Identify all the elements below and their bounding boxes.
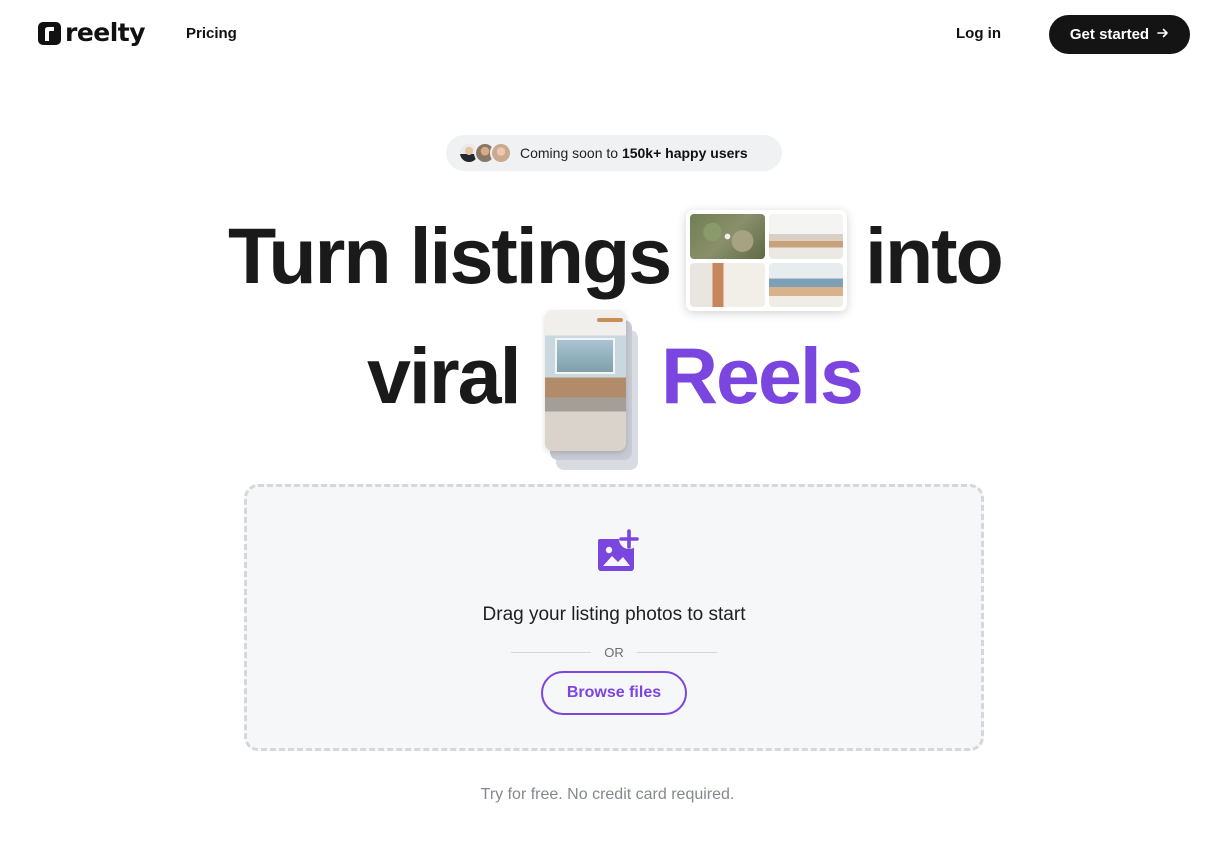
get-started-label: Get started <box>1069 26 1150 43</box>
avatar <box>490 142 512 164</box>
badge-text: Coming soon to 150k+ happy users <box>520 145 748 161</box>
headline-viral: viral <box>367 331 522 420</box>
logo-mark-icon <box>38 21 61 45</box>
or-text: OR <box>604 644 624 660</box>
upload-dropzone[interactable]: Drag your listing photos to start OR Bro… <box>244 484 984 751</box>
arrow-right-icon <box>1157 27 1169 42</box>
listing-photo <box>768 262 843 307</box>
headline-into: into <box>865 211 1004 300</box>
listing-photo <box>690 214 765 259</box>
headline-reels: Reels <box>661 331 864 420</box>
dropzone-title: Drag your listing photos to start <box>482 604 746 625</box>
listing-photo <box>768 214 843 259</box>
free-trial-note: Try for free. No credit card required. <box>480 786 735 803</box>
avatar-group <box>458 142 512 164</box>
or-divider: OR <box>511 643 717 661</box>
headline-turn-listings: Turn listings <box>228 211 672 300</box>
social-proof-badge: Coming soon to 150k+ happy users <box>446 135 782 171</box>
window-shape <box>555 338 615 374</box>
listing-photo-grid <box>686 210 847 311</box>
nav-pricing-link[interactable]: Pricing <box>186 25 237 42</box>
badge-prefix: Coming soon to <box>520 145 622 161</box>
get-started-button[interactable]: Get started <box>1049 15 1190 54</box>
logo-text: reelty <box>65 18 146 47</box>
listing-photo <box>690 262 765 307</box>
site-header: reelty Pricing Log in Get started <box>0 0 1215 68</box>
reel-preview-image <box>545 310 626 451</box>
nav-login-link[interactable]: Log in <box>956 25 1001 42</box>
badge-highlight: 150k+ happy users <box>621 145 748 161</box>
ceiling-fan-shape <box>597 318 623 322</box>
divider-line <box>636 651 717 653</box>
browse-files-button[interactable]: Browse files <box>541 671 687 715</box>
divider-line <box>511 651 592 653</box>
logo[interactable]: reelty <box>38 18 146 47</box>
add-photo-icon <box>594 529 640 575</box>
